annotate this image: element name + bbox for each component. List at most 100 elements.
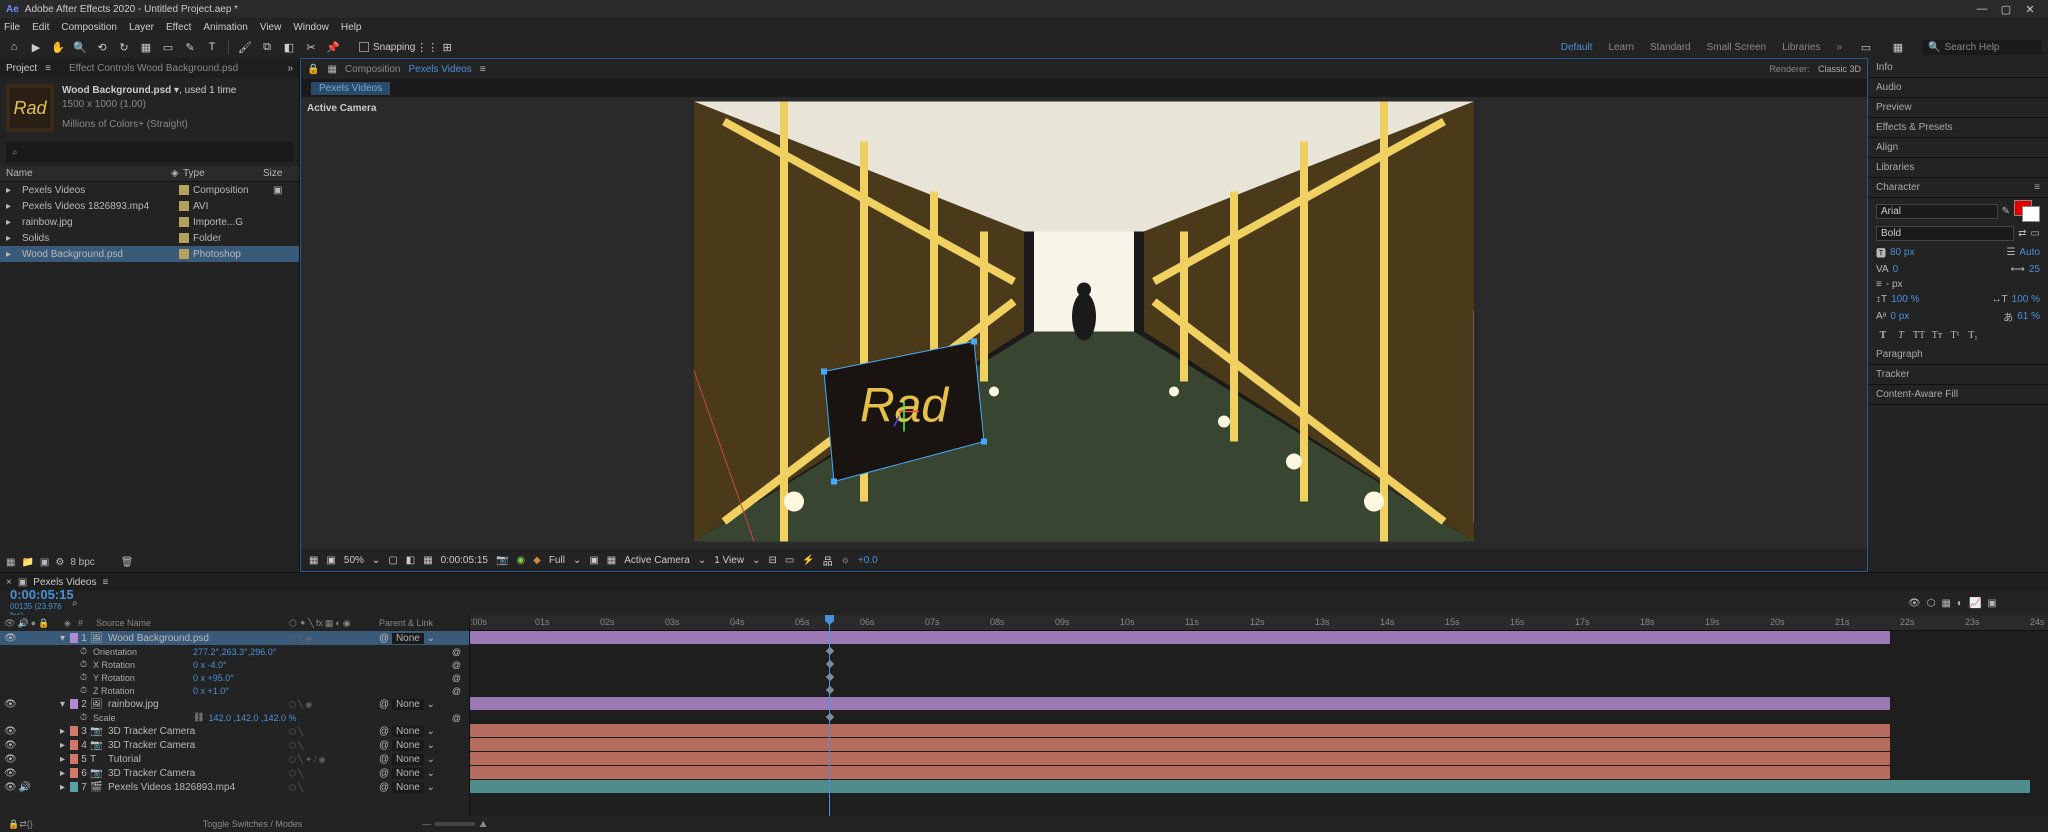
home-icon[interactable]: ⌂ [6,39,22,55]
panel-preview[interactable]: Preview [1868,98,2048,118]
color-mgmt-icon[interactable]: ◉ [516,555,525,566]
workspace-learn[interactable]: Learn [1608,42,1634,53]
col-mb-icon[interactable]: ▦ [325,618,334,629]
keyframe[interactable] [826,660,834,668]
layer-icon[interactable]: ▦ [327,64,336,75]
zoom-level[interactable]: 50% [344,555,364,566]
timeline-layer[interactable]: 👁▾1🖼Wood Background.psd⬡ ╲ ◉@ None ⌄ [0,631,469,645]
col-size[interactable]: Size [263,168,293,179]
layer-bar[interactable] [470,766,1890,779]
hand-icon[interactable]: ✋ [50,39,66,55]
col-quality-icon[interactable]: ╲ [308,618,313,629]
eye-icon[interactable]: 👁 [4,768,17,779]
hierarchy-icon[interactable]: 品 [823,553,833,568]
snap-align-icon[interactable]: ⊞ [439,39,455,55]
workspace-default[interactable]: Default [1561,42,1593,53]
panel-paragraph[interactable]: Paragraph [1868,345,2048,365]
resolution[interactable]: Full [549,555,565,566]
font-size[interactable]: 80 px [1890,247,1914,258]
pickwhip-icon[interactable]: @ [379,726,389,737]
expression-icon[interactable]: @ [452,673,461,683]
pickwhip-icon[interactable]: @ [379,699,389,710]
interpret-icon[interactable]: ▦ [6,557,15,568]
project-item[interactable]: ▸Pexels Videos 1826893.mp4AVI [0,198,299,214]
roi-icon[interactable]: ◧ [406,555,415,566]
comp-name[interactable]: Pexels Videos [409,64,472,75]
col-3d-icon[interactable]: ◉ [343,618,351,629]
exposure-val[interactable]: +0.0 [858,555,878,566]
layer-property[interactable]: ⏱Z Rotation0 x +1.0°@ [0,684,469,697]
eyedropper-icon[interactable]: ✎ [2002,206,2010,217]
timeline-layer[interactable]: 👁▸4📷3D Tracker Camera⬡ ╲ @ None ⌄ [0,738,469,752]
expression-icon[interactable]: @ [452,647,461,657]
renderer-value[interactable]: Classic 3D [1818,64,1861,74]
project-item[interactable]: ▸Wood Background.psdPhotoshop [0,246,299,262]
comp-breadcrumb[interactable]: Pexels Videos [311,82,390,95]
comp-canvas[interactable]: Rad [694,102,1474,542]
layer-bar[interactable] [470,631,1890,644]
col-label-icon[interactable]: ◈ [64,618,78,629]
close-icon[interactable]: ✕ [2018,3,2042,16]
layer-bar[interactable] [470,752,1890,765]
superscript-button[interactable]: T¹ [1948,330,1962,341]
col-parent[interactable]: Parent & Link [379,618,469,628]
tl-frame-blend-icon[interactable]: ▦ [1941,598,1950,609]
panel-libraries[interactable]: Libraries [1868,158,2048,178]
project-item[interactable]: ▸Pexels VideosComposition▣ [0,182,299,198]
hscale[interactable]: 100 % [2012,294,2040,305]
tl-zoom-slider[interactable] [435,822,475,826]
tsume[interactable]: 61 % [2017,311,2040,322]
stopwatch-icon[interactable]: ⏱ [80,672,87,683]
timeline-layer[interactable]: 👁▸3📷3D Tracker Camera⬡ ╲ @ None ⌄ [0,724,469,738]
layer-property[interactable]: ⏱Y Rotation0 x +95.0°@ [0,671,469,684]
tl-lock-icon[interactable]: 🔒 [8,819,19,830]
tl-current-time[interactable]: 0:00:05:15 [10,587,72,602]
zoom-dropdown-icon[interactable]: ⌄ [372,555,380,566]
menu-help[interactable]: Help [341,22,362,33]
layer-property[interactable]: ⏱Orientation277.2°,263.3°,296.0°@ [0,645,469,658]
toggle-switches[interactable]: Toggle Switches / Modes [203,819,303,829]
vscale[interactable]: 100 % [1891,294,1919,305]
eye-icon[interactable]: 👁 [4,699,17,710]
timeline-layer[interactable]: 👁▾2🖼rainbow.jpg⬡ ╲ ◉@ None ⌄ [0,697,469,711]
baseline[interactable]: 0 px [1890,311,1909,322]
col-source[interactable]: Source Name [92,618,289,628]
active-view[interactable]: Active Camera [624,555,690,566]
allcaps-button[interactable]: TT [1912,330,1926,341]
col-fx2-icon[interactable]: ✦ [299,618,307,629]
no-fill-icon[interactable]: ▭ [2031,228,2040,239]
eye-icon[interactable]: 👁 [4,633,17,644]
subscript-button[interactable]: T₁ [1966,330,1980,341]
res-dropdown-icon[interactable]: ⌄ [573,555,581,566]
stroke-width[interactable]: - px [1886,279,1903,290]
panel-audio[interactable]: Audio [1868,78,2048,98]
views-dropdown-icon[interactable]: ⌄ [752,555,760,566]
lock-icon[interactable]: 🔒 [307,64,319,75]
minimize-icon[interactable]: — [1970,3,1994,15]
panel-tracker[interactable]: Tracker [1868,365,2048,385]
col-solo-icon[interactable]: ● [31,618,36,629]
layer-property[interactable]: ⏱Scale⛓142.0 ,142.0 ,142.0 %@ [0,711,469,724]
workspace-libraries[interactable]: Libraries [1782,42,1820,53]
tl-draft3d-icon[interactable]: ▣ [1987,598,1996,609]
panel-character[interactable]: Character≡ [1868,178,2048,198]
pickwhip-icon[interactable]: @ [379,782,389,793]
eye-icon[interactable]: 👁 [4,726,17,737]
res-icon[interactable]: ▢ [388,555,397,566]
rect-icon[interactable]: ▭ [160,39,176,55]
alpha-icon[interactable]: ▦ [309,555,318,566]
folder-icon[interactable]: 📁 [21,557,33,568]
bpc-label[interactable]: 8 bpc [70,557,94,568]
tl-moblur-icon[interactable]: ◐ [1957,598,1963,609]
view1-icon[interactable]: ▣ [589,555,598,566]
selection-icon[interactable]: ▶ [28,39,44,55]
fill-swatch[interactable] [2014,200,2040,222]
menu-window[interactable]: Window [293,22,329,33]
tl-tab-menu-icon[interactable]: ≡ [103,577,109,588]
view2-icon[interactable]: ▦ [607,555,616,566]
tl-shy-icon[interactable]: 👁 [1908,598,1921,609]
col-label-icon[interactable]: ◈ [171,168,183,179]
panbehind-icon[interactable]: ▦ [138,39,154,55]
italic-button[interactable]: T [1894,330,1908,341]
smallcaps-button[interactable]: Tᴛ [1930,330,1944,341]
